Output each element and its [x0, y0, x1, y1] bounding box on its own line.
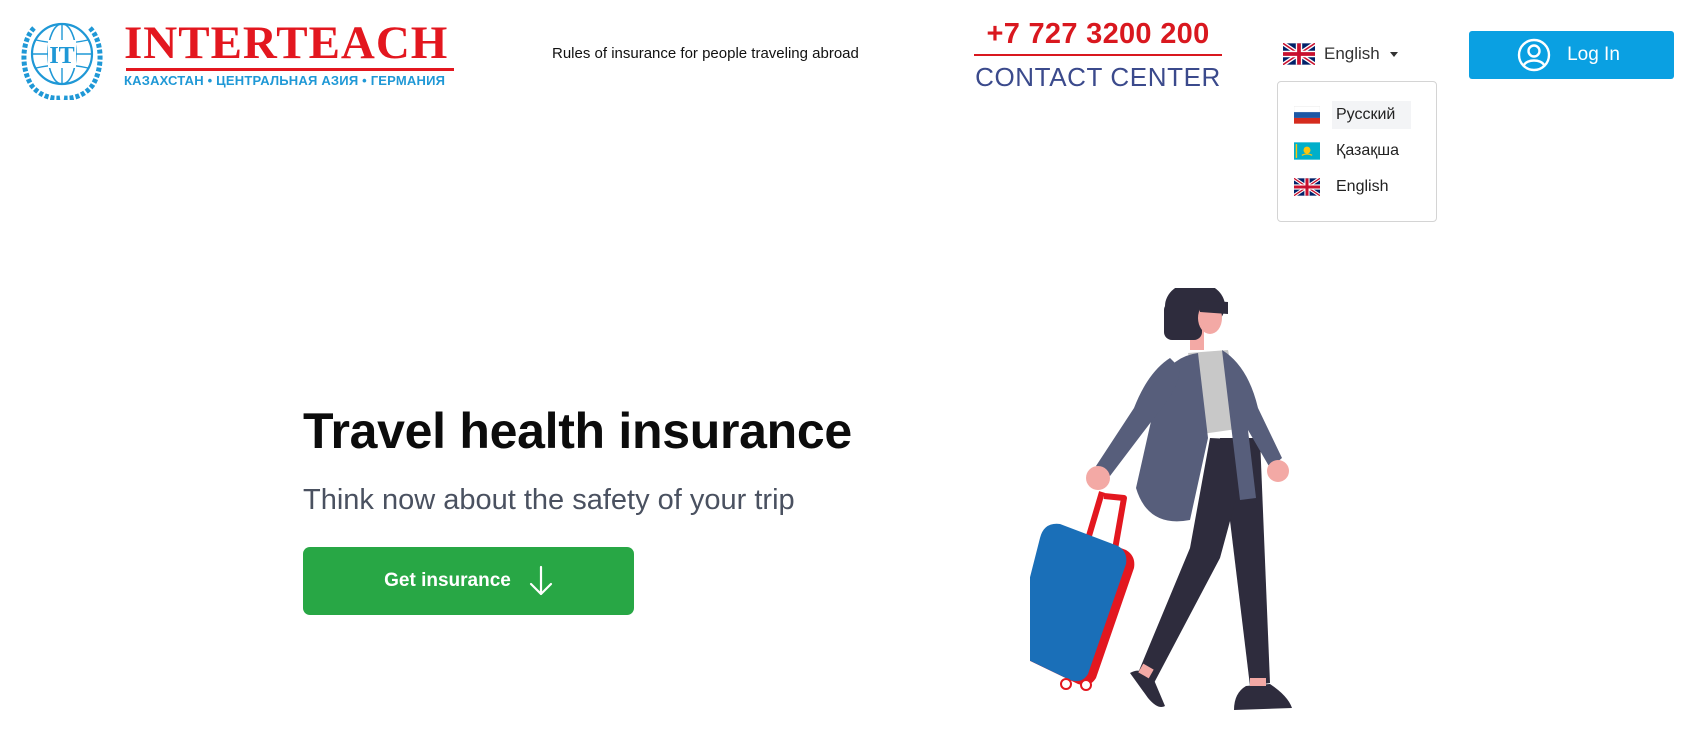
language-option-label: Қазақша	[1336, 142, 1400, 159]
language-option-label: Русский	[1332, 101, 1412, 129]
language-selector[interactable]: English	[1283, 41, 1398, 67]
language-selected-label: English	[1324, 44, 1380, 63]
woman-with-suitcase-illustration	[1030, 288, 1292, 710]
contact-block: +7 727 3200 200 CONTACT CENTER	[974, 16, 1222, 92]
user-circle-icon	[1517, 38, 1551, 72]
logo-underline	[126, 68, 454, 71]
login-button-label: Log In	[1567, 44, 1620, 65]
logo-emblem-letters: IT	[49, 43, 74, 69]
logo[interactable]: IT INTERTEACH КАЗАХСТАН • ЦЕНТРАЛЬНАЯ АЗ…	[14, 16, 454, 100]
contact-divider	[974, 54, 1222, 56]
uk-flag-icon	[1294, 178, 1320, 196]
language-menu: Русский Қазақша English	[1277, 81, 1437, 222]
hero-subtitle: Think now about the safety of your trip	[303, 484, 795, 516]
get-insurance-button[interactable]: Get insurance	[303, 547, 634, 615]
rules-link[interactable]: Rules of insurance for people traveling …	[552, 45, 859, 62]
language-option-kazakh[interactable]: Қазақша	[1294, 135, 1415, 167]
logo-tagline: КАЗАХСТАН • ЦЕНТРАЛЬНАЯ АЗИЯ • ГЕРМАНИЯ	[124, 73, 446, 88]
caret-down-icon	[1389, 51, 1398, 57]
logo-wordmark: INTERTEACH	[124, 17, 449, 69]
globe-laurel-icon: IT	[21, 22, 103, 100]
hero-title: Travel health insurance	[303, 403, 852, 459]
kazakhstan-flag-icon	[1294, 142, 1320, 160]
login-button[interactable]: Log In	[1469, 31, 1674, 79]
get-insurance-label: Get insurance	[384, 570, 511, 591]
contact-phone[interactable]: +7 727 3200 200	[974, 16, 1222, 52]
page: IT INTERTEACH КАЗАХСТАН • ЦЕНТРАЛЬНАЯ АЗ…	[0, 0, 1691, 748]
language-option-english[interactable]: English	[1294, 171, 1404, 203]
uk-flag-icon	[1283, 43, 1315, 65]
language-option-label: English	[1336, 178, 1389, 195]
russia-flag-icon	[1294, 106, 1320, 124]
arrow-down-icon	[529, 565, 552, 596]
language-option-russian[interactable]: Русский	[1294, 99, 1412, 131]
contact-label: CONTACT CENTER	[975, 62, 1221, 92]
